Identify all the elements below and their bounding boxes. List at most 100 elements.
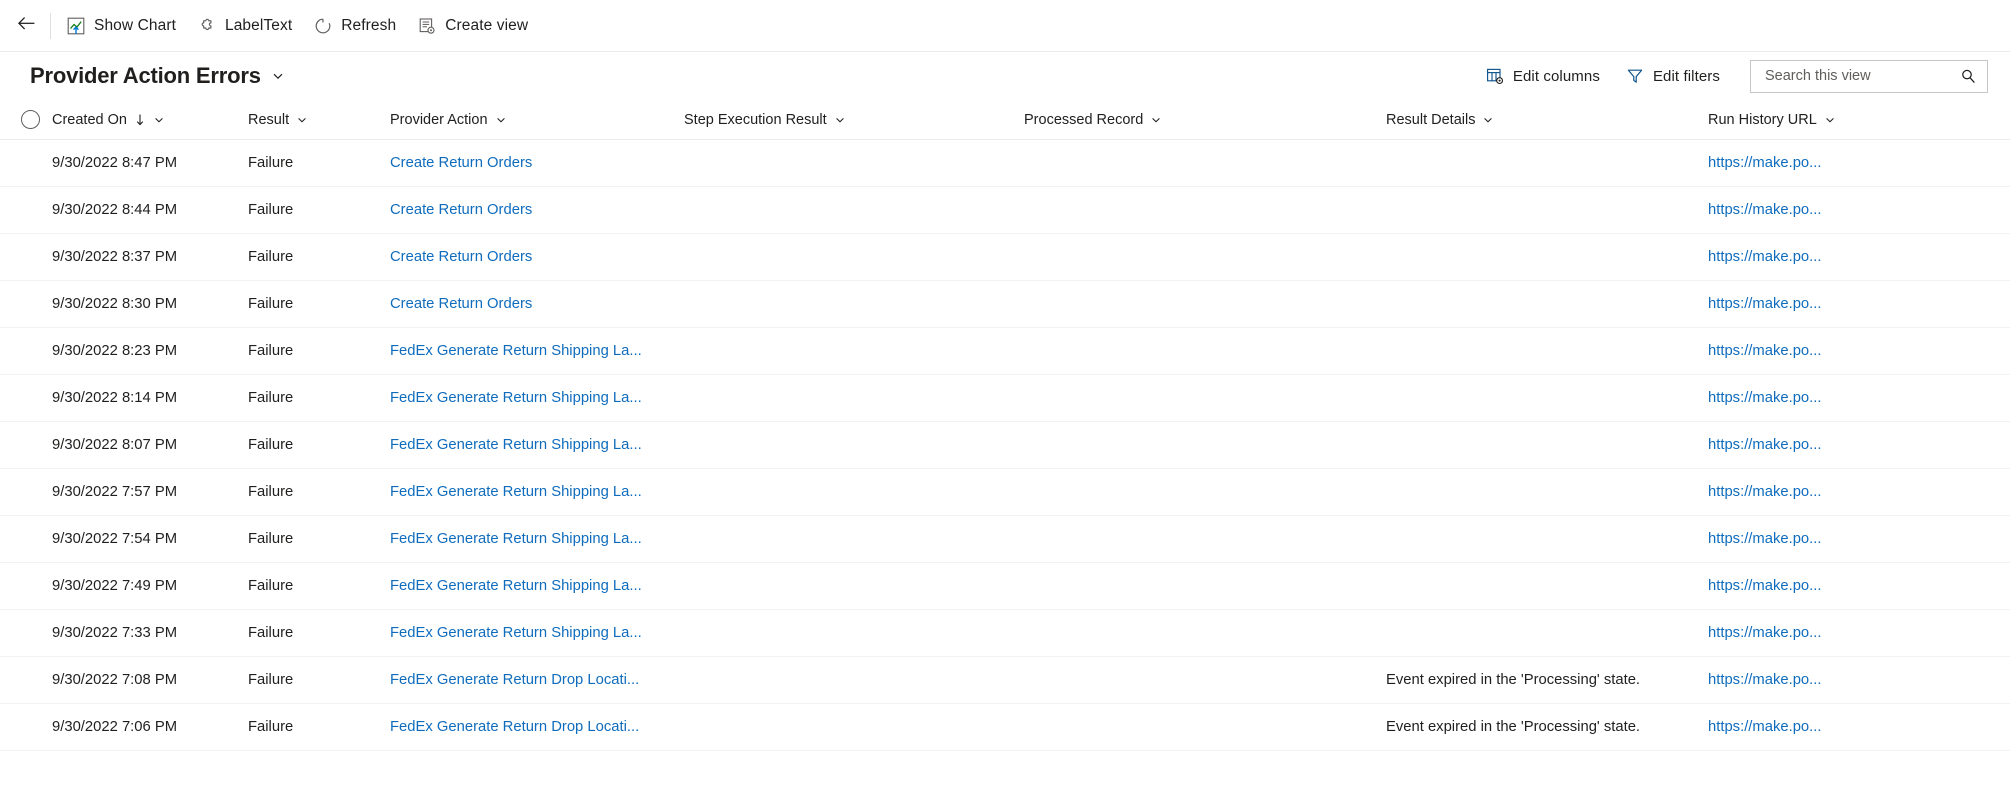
page-title[interactable]: Provider Action Errors [30, 63, 261, 89]
cell-result: Failure [248, 719, 294, 735]
search-box[interactable] [1750, 59, 1988, 93]
cell-created-on: 9/30/2022 7:49 PM [52, 578, 178, 594]
column-header-result-details[interactable]: Result Details [1386, 100, 1708, 139]
cell-provider-action[interactable]: FedEx Generate Return Shipping La... [390, 390, 684, 406]
column-header-run-history-url[interactable]: Run History URL [1708, 100, 1968, 139]
refresh-label: Refresh [341, 16, 397, 34]
cell-result-details: Event expired in the 'Processing' state. [1386, 719, 1641, 735]
table-row[interactable]: 9/30/2022 7:54 PM Failure FedEx Generate R… [0, 516, 2010, 563]
back-arrow-icon [16, 13, 37, 39]
cell-run-history-url[interactable]: https://make.po... [1708, 531, 1968, 547]
table-row[interactable]: 9/30/2022 7:49 PM Failure FedEx Generate R… [0, 563, 2010, 610]
column-menu-chevron-icon[interactable] [1150, 114, 1162, 126]
cell-result: Failure [248, 343, 294, 359]
create-view-icon [418, 17, 436, 35]
column-menu-chevron-icon[interactable] [495, 114, 507, 126]
cell-provider-action[interactable]: FedEx Generate Return Shipping La... [390, 625, 684, 641]
show-chart-button[interactable]: Show Chart [57, 6, 186, 46]
column-menu-chevron-icon[interactable] [1824, 114, 1836, 126]
refresh-button[interactable]: Refresh [304, 6, 406, 46]
column-header-step-execution-result[interactable]: Step Execution Result [684, 100, 1024, 139]
command-bar-divider [50, 12, 51, 39]
cell-run-history-url[interactable]: https://make.po... [1708, 719, 1968, 735]
cell-run-history-url[interactable]: https://make.po... [1708, 672, 1968, 688]
column-header-label: Result Details [1386, 111, 1476, 128]
column-menu-chevron-icon[interactable] [296, 114, 308, 126]
table-row[interactable]: 9/30/2022 8:47 PM Failure Create Return Or… [0, 140, 2010, 187]
cell-provider-action[interactable]: FedEx Generate Return Drop Locati... [390, 672, 684, 688]
cell-result-details: Event expired in the 'Processing' state. [1386, 672, 1641, 688]
edit-filters-label: Edit filters [1652, 67, 1720, 85]
cell-run-history-url[interactable]: https://make.po... [1708, 437, 1968, 453]
search-input[interactable] [1763, 67, 1959, 85]
filter-icon [1626, 67, 1644, 85]
show-chart-icon [67, 17, 85, 35]
cell-run-history-url[interactable]: https://make.po... [1708, 484, 1968, 500]
cell-provider-action[interactable]: Create Return Orders [390, 296, 684, 312]
cell-result: Failure [248, 484, 294, 500]
sort-ascending-icon [134, 113, 146, 127]
create-view-button[interactable]: Create view [408, 6, 538, 46]
cell-result: Failure [248, 249, 294, 265]
labeltext-label: LabelText [224, 16, 293, 34]
table-row[interactable]: 9/30/2022 7:08 PM Failure FedEx Generate R… [0, 657, 2010, 704]
cell-run-history-url[interactable]: https://make.po... [1708, 249, 1968, 265]
column-menu-chevron-icon[interactable] [834, 114, 846, 126]
column-menu-chevron-icon[interactable] [1482, 114, 1494, 126]
cell-created-on: 9/30/2022 8:47 PM [52, 155, 178, 171]
table-row[interactable]: 9/30/2022 7:06 PM Failure FedEx Generate R… [0, 704, 2010, 751]
column-menu-chevron-icon[interactable] [153, 114, 165, 126]
column-header-label: Result [248, 111, 290, 128]
cell-provider-action[interactable]: Create Return Orders [390, 155, 684, 171]
table-row[interactable]: 9/30/2022 8:23 PM Failure FedEx Generate R… [0, 328, 2010, 375]
edit-filters-button[interactable]: Edit filters [1616, 59, 1730, 93]
cell-run-history-url[interactable]: https://make.po... [1708, 296, 1968, 312]
cell-provider-action[interactable]: FedEx Generate Return Shipping La... [390, 531, 684, 547]
grid-header-row: Created On Result Provider Action Step E… [0, 100, 2010, 140]
edit-columns-button[interactable]: Edit columns [1476, 59, 1610, 93]
cell-run-history-url[interactable]: https://make.po... [1708, 625, 1968, 641]
data-grid: Created On Result Provider Action Step E… [0, 100, 2010, 751]
table-row[interactable]: 9/30/2022 8:14 PM Failure FedEx Generate R… [0, 375, 2010, 422]
column-header-processed-record[interactable]: Processed Record [1024, 100, 1386, 139]
cell-run-history-url[interactable]: https://make.po... [1708, 343, 1968, 359]
cell-provider-action[interactable]: FedEx Generate Return Shipping La... [390, 484, 684, 500]
cell-provider-action[interactable]: FedEx Generate Return Shipping La... [390, 578, 684, 594]
table-row[interactable]: 9/30/2022 8:30 PM Failure Create Return Or… [0, 281, 2010, 328]
cell-result: Failure [248, 390, 294, 406]
column-header-label: Provider Action [390, 111, 488, 128]
cell-provider-action[interactable]: FedEx Generate Return Shipping La... [390, 343, 684, 359]
chevron-down-icon[interactable] [271, 69, 285, 83]
table-row[interactable]: 9/30/2022 8:37 PM Failure Create Return Or… [0, 234, 2010, 281]
cell-run-history-url[interactable]: https://make.po... [1708, 390, 1968, 406]
cell-provider-action[interactable]: FedEx Generate Return Shipping La... [390, 437, 684, 453]
column-header-label: Created On [52, 111, 127, 128]
cell-created-on: 9/30/2022 7:33 PM [52, 625, 178, 641]
cell-result: Failure [248, 155, 294, 171]
table-row[interactable]: 9/30/2022 8:07 PM Failure FedEx Generate R… [0, 422, 2010, 469]
back-button[interactable] [6, 6, 46, 46]
cell-run-history-url[interactable]: https://make.po... [1708, 578, 1968, 594]
column-header-provider-action[interactable]: Provider Action [390, 100, 684, 139]
table-row[interactable]: 9/30/2022 7:57 PM Failure FedEx Generate R… [0, 469, 2010, 516]
cell-result: Failure [248, 531, 294, 547]
select-all-circle-icon[interactable] [20, 110, 40, 129]
table-row[interactable]: 9/30/2022 7:33 PM Failure FedEx Generate R… [0, 610, 2010, 657]
cell-run-history-url[interactable]: https://make.po... [1708, 155, 1968, 171]
cell-provider-action[interactable]: Create Return Orders [390, 249, 684, 265]
cell-created-on: 9/30/2022 8:07 PM [52, 437, 178, 453]
labeltext-button[interactable]: LabelText [188, 6, 302, 46]
cell-run-history-url[interactable]: https://make.po... [1708, 202, 1968, 218]
column-header-created-on[interactable]: Created On [52, 100, 248, 139]
cell-provider-action[interactable]: Create Return Orders [390, 202, 684, 218]
table-row[interactable]: 9/30/2022 8:44 PM Failure Create Return Or… [0, 187, 2010, 234]
refresh-icon [314, 17, 332, 35]
column-header-label: Run History URL [1708, 111, 1817, 128]
edit-columns-icon [1486, 67, 1504, 85]
column-header-result[interactable]: Result [248, 100, 390, 139]
search-icon[interactable] [1959, 67, 1977, 85]
cell-provider-action[interactable]: FedEx Generate Return Drop Locati... [390, 719, 684, 735]
view-title-bar: Provider Action Errors Edit columns Edit… [0, 52, 2010, 100]
select-all-cell[interactable] [8, 110, 52, 129]
cell-created-on: 9/30/2022 7:08 PM [52, 672, 178, 688]
